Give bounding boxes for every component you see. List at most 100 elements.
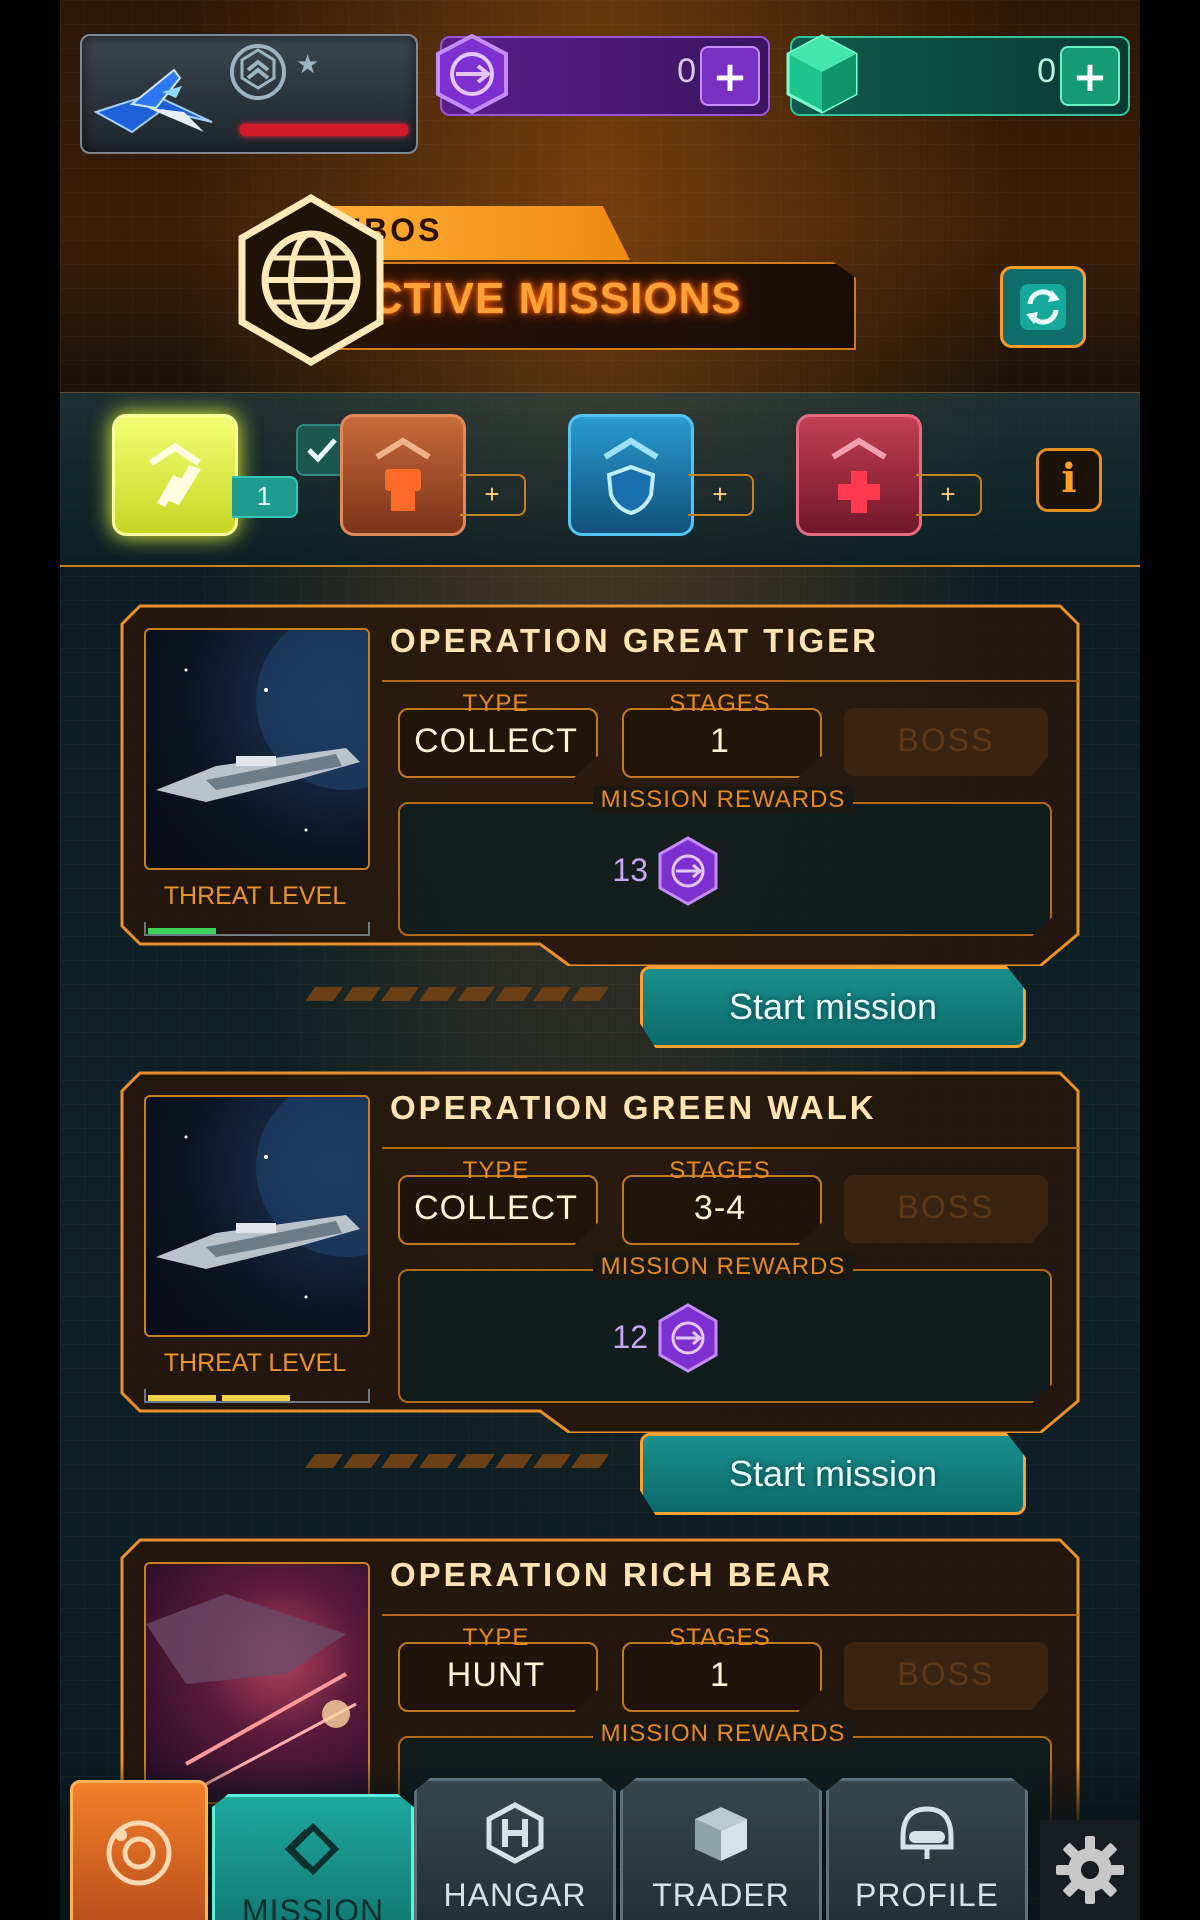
start-mission-label: Start mission xyxy=(728,986,938,1027)
gem-cube-icon xyxy=(786,34,858,114)
refresh-icon xyxy=(1020,284,1066,330)
tab-trader-label: TRADER xyxy=(652,1877,790,1913)
category-medic-count[interactable]: + xyxy=(916,474,982,516)
stages-label: STAGES xyxy=(669,690,771,717)
dash xyxy=(305,1454,343,1468)
mission-image xyxy=(144,628,370,870)
dash xyxy=(457,1454,495,1468)
game-screen: ★ 0 + 0 + UBOS ACTIVE MISSIONS 1 + + + i… xyxy=(60,0,1140,1920)
tab-trader[interactable]: TRADER xyxy=(620,1778,822,1920)
title-divider xyxy=(382,680,1080,682)
mission-title: OPERATION GREEN WALK xyxy=(390,1089,877,1126)
title-divider xyxy=(382,1147,1080,1149)
dash xyxy=(419,1454,457,1468)
tab-profile-label: PROFILE xyxy=(855,1877,999,1913)
category-medic-tab[interactable] xyxy=(796,414,922,536)
missiles-icon xyxy=(149,442,201,507)
player-ship-icon xyxy=(93,68,213,134)
orbit-icon xyxy=(106,1820,172,1886)
page-title: ACTIVE MISSIONS xyxy=(338,274,742,323)
battleship-illustration xyxy=(156,630,368,832)
start-mission-label: Start mission xyxy=(728,1453,938,1494)
battleship-illustration xyxy=(156,1097,368,1299)
boss-label: BOSS xyxy=(897,722,995,758)
category-damage-count: 1 xyxy=(232,476,298,518)
dash xyxy=(343,1454,381,1468)
add-gem-button[interactable]: + xyxy=(1060,46,1120,106)
type-value: HUNT xyxy=(446,1656,546,1694)
add-premium-button[interactable]: + xyxy=(700,46,760,106)
gear-icon xyxy=(1056,1836,1124,1904)
mission-title: OPERATION GREAT TIGER xyxy=(390,622,879,659)
dash xyxy=(381,1454,419,1468)
pilot-helmet-icon xyxy=(900,1806,954,1859)
decorative-dashes xyxy=(305,1453,614,1472)
category-shield-tab[interactable] xyxy=(568,414,694,536)
stages-value: 3-4 xyxy=(693,1189,747,1227)
start-mission-button[interactable]: Start mission xyxy=(640,966,1026,1048)
missions-home-button[interactable] xyxy=(70,1780,208,1920)
dash xyxy=(533,987,571,1001)
mission-image xyxy=(144,1095,370,1337)
tab-mission-label: MISSION xyxy=(241,1893,385,1920)
fist-icon xyxy=(375,437,431,511)
threat-level-segment xyxy=(148,1395,216,1401)
start-mission-button[interactable]: Start mission xyxy=(640,1433,1026,1515)
type-value: COLLECT xyxy=(414,1189,578,1227)
tab-hangar-label: HANGAR xyxy=(443,1877,587,1913)
hangar-icon xyxy=(486,1802,544,1864)
dash xyxy=(419,987,457,1001)
medic-cross-icon xyxy=(831,437,887,513)
threat-level-segment xyxy=(222,1395,290,1401)
mission-card: OPERATION GREAT TIGER TYPE COLLECT STAGES 1 B… xyxy=(120,604,1080,1048)
dash xyxy=(457,987,495,1001)
dash xyxy=(571,1454,609,1468)
type-label: TYPE xyxy=(462,1157,530,1184)
rewards-label-text: MISSION REWARDS xyxy=(592,786,854,813)
rank-star-icon: ★ xyxy=(296,50,320,80)
tab-hangar[interactable]: HANGAR xyxy=(414,1778,616,1920)
category-fist-tab[interactable] xyxy=(340,414,466,536)
mission-card: OPERATION GREEN WALK TYPE COLLECT STAGES 3-4… xyxy=(120,1071,1080,1515)
mission-diamond-icon xyxy=(284,1822,340,1876)
rewards-label: MISSION REWARDS xyxy=(398,1720,1048,1748)
gem-amount: 0 xyxy=(1037,52,1056,90)
dash xyxy=(305,987,343,1001)
dash xyxy=(533,1454,571,1468)
premium-coin-icon xyxy=(658,1303,718,1373)
stages-value: 1 xyxy=(710,1656,730,1694)
category-damage-tab[interactable] xyxy=(112,414,238,536)
tab-mission[interactable]: MISSION xyxy=(212,1794,414,1920)
stages-label: STAGES xyxy=(669,1624,771,1651)
globe-icon xyxy=(238,194,384,366)
crate-icon xyxy=(695,1807,747,1861)
stages-label: STAGES xyxy=(669,1157,771,1184)
settings-button[interactable] xyxy=(1040,1820,1140,1920)
type-label: TYPE xyxy=(462,690,530,717)
refresh-button[interactable] xyxy=(1000,266,1086,348)
rewards-label: MISSION REWARDS xyxy=(398,786,1048,814)
player-health-bar xyxy=(240,124,408,136)
category-shield-count[interactable]: + xyxy=(688,474,754,516)
rewards-label-text: MISSION REWARDS xyxy=(592,1720,854,1747)
shield-icon xyxy=(603,437,659,516)
decorative-dashes xyxy=(305,986,614,1005)
category-fist-count[interactable]: + xyxy=(460,474,526,516)
title-divider xyxy=(382,1614,1080,1616)
boss-label: BOSS xyxy=(897,1189,995,1225)
stages-value: 1 xyxy=(710,722,730,760)
gem-currency: 0 + xyxy=(786,34,1130,116)
player-panel[interactable]: ★ xyxy=(80,34,418,154)
rewards-box xyxy=(398,1269,1052,1403)
threat-level-segment xyxy=(148,928,216,934)
premium-coin-icon xyxy=(436,33,508,115)
tab-profile[interactable]: PROFILE xyxy=(826,1778,1028,1920)
threat-level-label: THREAT LEVEL xyxy=(163,882,347,910)
info-button[interactable]: i xyxy=(1036,448,1102,512)
boss-label: BOSS xyxy=(897,1656,995,1692)
type-value: COLLECT xyxy=(414,722,578,760)
rewards-box xyxy=(398,802,1052,936)
rank-badge-icon xyxy=(230,44,286,100)
dash xyxy=(381,987,419,1001)
premium-amount: 0 xyxy=(677,52,696,90)
